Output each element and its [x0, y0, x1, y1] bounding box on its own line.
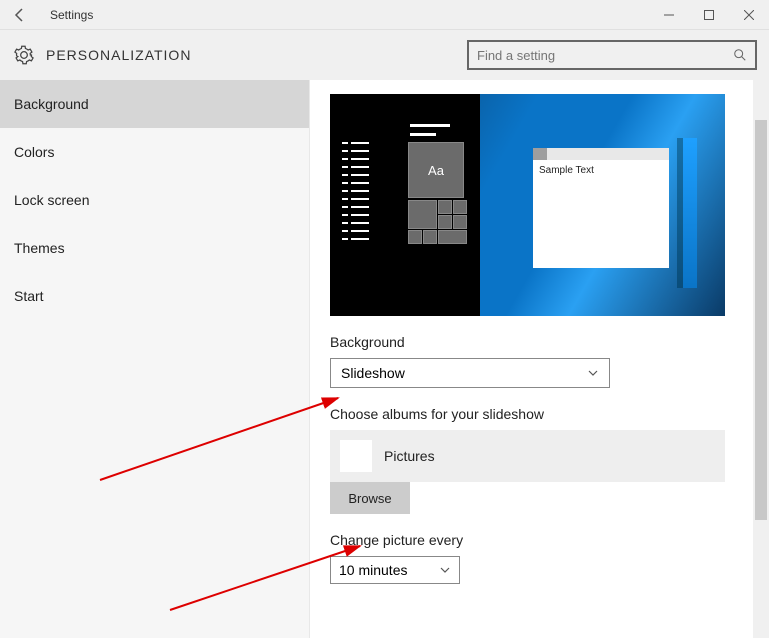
sidebar-item-label: Start: [14, 288, 44, 304]
preview-tiles: Aa: [408, 124, 528, 244]
window-title: Settings: [50, 8, 649, 22]
background-label: Background: [330, 334, 749, 350]
preview-window-bar: [533, 148, 669, 160]
sidebar-item-start[interactable]: Start: [0, 272, 309, 320]
album-thumbnail: [340, 440, 372, 472]
gear-icon: [12, 43, 36, 67]
browse-button[interactable]: Browse: [330, 482, 410, 514]
maximize-icon: [704, 10, 714, 20]
sidebar-item-label: Colors: [14, 144, 54, 160]
maximize-button[interactable]: [689, 0, 729, 30]
close-icon: [744, 10, 754, 20]
search-icon: [733, 48, 747, 62]
background-dropdown-value: Slideshow: [341, 365, 405, 381]
sidebar: Background Colors Lock screen Themes Sta…: [0, 80, 310, 638]
sidebar-item-colors[interactable]: Colors: [0, 128, 309, 176]
preview-accent-tile: Aa: [408, 142, 464, 198]
arrow-left-icon: [12, 7, 28, 23]
browse-button-label: Browse: [348, 491, 391, 506]
header: PERSONALIZATION: [0, 30, 769, 80]
background-dropdown[interactable]: Slideshow: [330, 358, 610, 388]
preview-heading: Preview: [330, 80, 749, 86]
preview-start-panel: Aa: [330, 94, 480, 316]
sidebar-item-themes[interactable]: Themes: [0, 224, 309, 272]
sidebar-item-label: Background: [14, 96, 89, 112]
close-button[interactable]: [729, 0, 769, 30]
chevron-down-icon: [439, 564, 451, 576]
preview-decoration: [683, 138, 697, 288]
back-button[interactable]: [0, 0, 40, 30]
search-input[interactable]: [477, 48, 733, 63]
sidebar-item-label: Lock screen: [14, 192, 89, 208]
interval-dropdown-value: 10 minutes: [339, 562, 407, 578]
preview-menu-lines: [342, 142, 369, 246]
interval-dropdown[interactable]: 10 minutes: [330, 556, 460, 584]
scrollbar-thumb[interactable]: [755, 120, 767, 520]
title-bar: Settings: [0, 0, 769, 30]
desktop-preview: Aa Sample Text: [330, 94, 725, 316]
interval-label: Change picture every: [330, 532, 749, 548]
content: Background Colors Lock screen Themes Sta…: [0, 80, 769, 638]
minimize-button[interactable]: [649, 0, 689, 30]
preview-sample-text: Sample Text: [533, 160, 669, 181]
vertical-scrollbar[interactable]: [753, 80, 769, 638]
album-row[interactable]: Pictures: [330, 430, 725, 482]
sidebar-item-lock-screen[interactable]: Lock screen: [0, 176, 309, 224]
sidebar-item-label: Themes: [14, 240, 65, 256]
album-name: Pictures: [384, 448, 435, 464]
albums-label: Choose albums for your slideshow: [330, 406, 749, 422]
sidebar-item-background[interactable]: Background: [0, 80, 309, 128]
section-title: PERSONALIZATION: [46, 47, 467, 63]
search-box[interactable]: [467, 40, 757, 70]
preview-sample-window: Sample Text: [533, 148, 669, 268]
chevron-down-icon: [587, 367, 599, 379]
minimize-icon: [664, 10, 674, 20]
main-panel: Preview: [310, 80, 769, 638]
